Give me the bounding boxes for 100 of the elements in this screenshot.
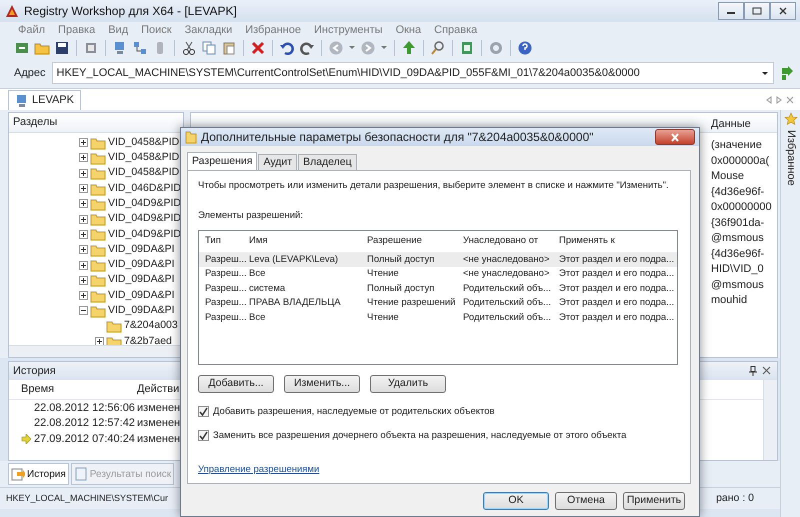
redo-icon[interactable] xyxy=(299,40,315,56)
menu-item[interactable]: Поиск xyxy=(141,22,172,38)
column-header[interactable]: Унаследовано от xyxy=(463,234,559,248)
tree-item[interactable]: VID_09DA&PI xyxy=(9,257,183,273)
checkbox-label[interactable]: Добавить разрешения, наследуемые от родительских объектов xyxy=(213,404,495,419)
expand-icon[interactable] xyxy=(79,276,88,285)
column-header[interactable]: Разрешение xyxy=(367,234,463,248)
expand-icon[interactable] xyxy=(79,138,88,148)
maximize-button[interactable] xyxy=(744,2,770,20)
up-arrow-icon[interactable] xyxy=(401,40,417,56)
menu-item[interactable]: Избранное xyxy=(245,22,301,38)
expand-icon[interactable] xyxy=(79,168,88,178)
tree-item[interactable]: VID_09DA&PI xyxy=(9,242,183,258)
expand-icon[interactable] xyxy=(79,260,88,270)
undo-icon[interactable] xyxy=(279,40,295,56)
dialog-button[interactable]: Применить xyxy=(623,492,685,510)
tree-item[interactable]: 7&204a003 xyxy=(9,318,183,334)
value-data: {4d36e96f- xyxy=(711,246,766,261)
menu-item[interactable]: Вид xyxy=(108,22,128,38)
list-action-button[interactable]: Удалить xyxy=(370,374,446,392)
permission-row[interactable]: Разреш... система Полный доступ Родительский объ... Этот раздел и его подра... xyxy=(199,282,677,296)
checkbox-label[interactable]: Заменить все разрешения дочернего объекта на разрешения, наследуемые от этого объекта xyxy=(213,428,626,443)
close-icon[interactable] xyxy=(762,366,771,375)
column-header[interactable]: Тип xyxy=(199,234,249,248)
list-action-button[interactable]: Добавить... xyxy=(198,374,274,392)
horizontal-scrollbar[interactable] xyxy=(9,345,183,357)
expand-icon[interactable] xyxy=(95,337,104,345)
permission-row[interactable]: Разреш... Leva (LEVAPK\Leva) Полный доступ <не унаследовано> Этот раздел и его подра... xyxy=(199,252,677,267)
save-icon[interactable] xyxy=(54,40,70,56)
list-cell-text: Полный доступ xyxy=(367,282,436,296)
checkbox[interactable] xyxy=(198,430,209,442)
tree-item[interactable]: VID_09DA&PI xyxy=(9,288,183,304)
history-time: 27.09.2012 07:40:24 xyxy=(34,432,135,446)
search-icon[interactable] xyxy=(430,40,446,56)
document-tab[interactable]: LEVAPK xyxy=(8,90,81,110)
tree-item[interactable]: VID_04D9&PID xyxy=(9,196,183,212)
menu-item[interactable]: Закладки xyxy=(184,22,232,38)
scroll-left-icon[interactable] xyxy=(766,96,772,104)
permission-row[interactable]: Разреш... Все Чтение <не унаследовано> Этот раздел и его подра... xyxy=(199,267,677,282)
pin-icon[interactable] xyxy=(749,366,757,376)
dialog-button[interactable]: Отмена xyxy=(555,492,617,510)
tree-item[interactable]: VID_04D9&PID xyxy=(9,226,183,242)
close-button[interactable] xyxy=(655,129,695,145)
manage-permissions-link[interactable]: Управление разрешениями xyxy=(198,463,320,478)
folder-icon xyxy=(90,242,106,257)
network-icon[interactable] xyxy=(132,40,148,56)
go-arrow-icon[interactable] xyxy=(780,65,794,81)
minimize-button[interactable] xyxy=(718,2,744,20)
close-icon[interactable] xyxy=(786,96,794,104)
tree-item[interactable]: VID_0458&PID xyxy=(9,166,183,181)
tree-item[interactable]: VID_046D&PID xyxy=(9,180,183,196)
expand-icon[interactable] xyxy=(79,153,88,162)
tree-item[interactable]: VID_09DA&PI xyxy=(9,303,183,319)
list-cell-text: Этот раздел и его подра... xyxy=(559,282,676,296)
expand-icon[interactable] xyxy=(79,230,88,239)
column-header[interactable]: Имя xyxy=(249,234,367,248)
dialog-tab[interactable]: Владелец xyxy=(298,154,357,170)
value-data: Mouse xyxy=(711,169,746,184)
menu-item[interactable]: Инструменты xyxy=(314,22,383,38)
star-icon[interactable] xyxy=(784,112,798,126)
delete-icon[interactable] xyxy=(250,40,266,56)
expand-icon[interactable] xyxy=(79,291,88,300)
help-icon[interactable] xyxy=(517,40,533,56)
sidebar-tab[interactable]: Избранное xyxy=(782,130,799,186)
paste-icon[interactable] xyxy=(221,40,237,56)
checkmark-icon xyxy=(199,407,208,416)
tree-item[interactable]: VID_04D9&PID xyxy=(9,211,183,227)
history-action: изменен xyxy=(137,432,180,446)
dropdown-caret-icon[interactable] xyxy=(761,69,769,77)
column-header[interactable]: Применять к xyxy=(559,234,677,248)
scroll-right-icon[interactable] xyxy=(776,96,782,104)
panel-tab[interactable]: История xyxy=(8,463,69,485)
column-header: Действи xyxy=(137,382,180,398)
menu-item[interactable]: Окна xyxy=(396,22,422,38)
tree-item[interactable]: VID_09DA&PI xyxy=(9,272,183,288)
expand-icon[interactable] xyxy=(79,184,88,194)
permission-row[interactable]: Разреш... ПРАВА ВЛАДЕЛЬЦА Чтение разрешений Родительский объ... Этот раздел и его подра... xyxy=(199,296,677,310)
expand-icon[interactable] xyxy=(79,214,88,224)
cut-icon[interactable] xyxy=(181,40,197,56)
menu-item[interactable]: Справка xyxy=(434,22,478,38)
vertical-scrollbar[interactable] xyxy=(763,380,777,460)
collapse-icon[interactable] xyxy=(79,306,88,316)
checkbox[interactable] xyxy=(198,406,209,418)
expand-icon[interactable] xyxy=(79,199,88,208)
value-data: @msmous xyxy=(711,231,765,246)
menu-item[interactable]: Файл xyxy=(18,22,46,38)
expand-icon[interactable] xyxy=(79,245,88,254)
tree-item[interactable]: VID_0458&PID xyxy=(9,135,183,150)
close-button[interactable] xyxy=(770,2,796,20)
address-field[interactable]: HKEY_LOCAL_MACHINE\SYSTEM\CurrentControlSet\Enum\HID\VID_09DA&PID_055F&MI_01\7&204a0035&0&0000 xyxy=(52,62,774,84)
tree-item[interactable]: VID_0458&PID xyxy=(9,150,183,166)
list-cell-text: Этот раздел и его подра... xyxy=(559,267,676,282)
menu-item[interactable]: Правка xyxy=(58,22,96,38)
list-action-button[interactable]: Изменить... xyxy=(284,374,360,392)
dialog-tab[interactable]: Разрешения xyxy=(187,152,258,170)
dialog-tab[interactable]: Аудит xyxy=(258,154,298,170)
computer-icon xyxy=(15,94,29,108)
dialog-button[interactable]: OK xyxy=(483,492,549,510)
permission-row[interactable]: Разреш... Все Чтение Родительский объ... Этот раздел и его подра... xyxy=(199,310,677,325)
value-data: {4d36e96f- xyxy=(711,184,766,199)
